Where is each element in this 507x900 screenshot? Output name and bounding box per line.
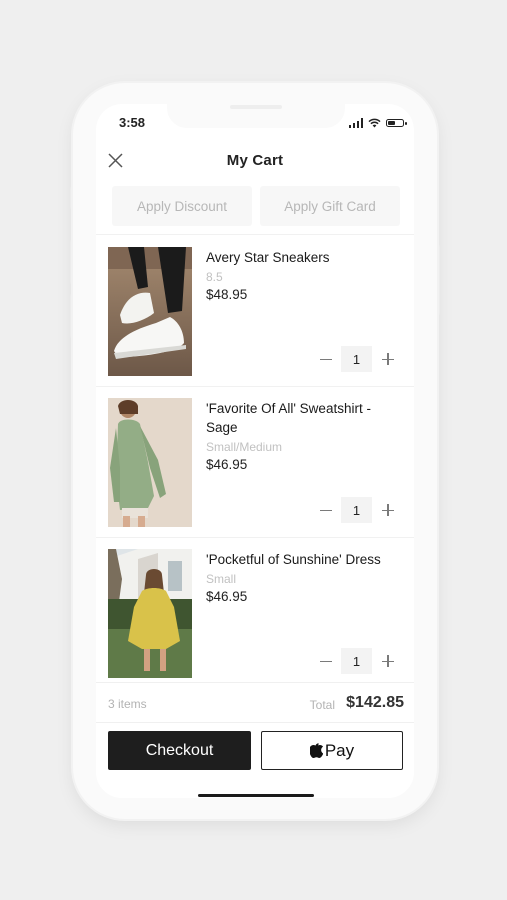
increase-quantity-button[interactable]: [380, 351, 396, 367]
checkout-actions: Checkout Pay: [96, 722, 414, 798]
divider: [96, 234, 414, 235]
cart-item: 'Favorite Of All' Sweatshirt - Sage Smal…: [96, 387, 414, 535]
status-icons: [348, 117, 407, 129]
item-variant: 8.5: [206, 270, 223, 284]
quantity-stepper: 1: [314, 497, 404, 523]
apple-pay-label: Pay: [324, 740, 355, 760]
quantity-stepper: 1: [314, 648, 404, 674]
item-name[interactable]: 'Pocketful of Sunshine' Dress: [206, 550, 406, 569]
decrease-quantity-button[interactable]: [318, 653, 334, 669]
phone-screen: 3:58 My Cart Apply Discount Apply Gift C…: [96, 104, 414, 798]
apple-logo-icon: [309, 743, 323, 758]
signal-icon: [348, 118, 363, 128]
item-info: 'Favorite Of All' Sweatshirt - Sage Smal…: [206, 399, 406, 472]
product-image-dress[interactable]: [108, 549, 192, 678]
product-image-sweatshirt[interactable]: [108, 398, 192, 527]
item-name[interactable]: Avery Star Sneakers: [206, 248, 406, 267]
apply-discount-button[interactable]: Apply Discount: [112, 186, 252, 226]
status-time: 3:58: [119, 115, 146, 130]
total-label: Total: [309, 698, 335, 712]
promo-row: Apply Discount Apply Gift Card: [112, 186, 400, 226]
home-indicator: [198, 794, 314, 797]
increase-quantity-button[interactable]: [380, 502, 396, 518]
item-count: 3 items: [108, 697, 147, 711]
item-variant: Small: [206, 572, 237, 586]
decrease-quantity-button[interactable]: [318, 502, 334, 518]
item-name[interactable]: 'Favorite Of All' Sweatshirt - Sage: [206, 399, 406, 437]
apply-gift-card-button[interactable]: Apply Gift Card: [260, 186, 400, 226]
item-variant: Small/Medium: [206, 440, 283, 454]
total-value: $142.85: [346, 694, 404, 711]
quantity-value[interactable]: 1: [341, 497, 372, 523]
apple-pay-button[interactable]: Pay: [261, 731, 403, 770]
cart-item: 'Pocketful of Sunshine' Dress Small $46.…: [96, 538, 414, 686]
quantity-stepper: 1: [314, 346, 404, 372]
phone-notch: [167, 104, 345, 128]
cart-header: My Cart: [96, 144, 414, 176]
battery-icon: [386, 119, 407, 127]
decrease-quantity-button[interactable]: [318, 351, 334, 367]
quantity-value[interactable]: 1: [341, 346, 372, 372]
page-title: My Cart: [226, 152, 284, 169]
item-price: $48.95: [206, 287, 248, 302]
checkout-button[interactable]: Checkout: [108, 731, 251, 770]
quantity-value[interactable]: 1: [341, 648, 372, 674]
item-info: Avery Star Sneakers 8.5 $48.95: [206, 248, 406, 302]
increase-quantity-button[interactable]: [380, 653, 396, 669]
cart-summary: 3 items Total $142.85: [96, 682, 414, 723]
wifi-icon: [368, 118, 381, 128]
item-info: 'Pocketful of Sunshine' Dress Small $46.…: [206, 550, 406, 604]
cart-item: Avery Star Sneakers 8.5 $48.95 1: [96, 236, 414, 384]
item-price: $46.95: [206, 589, 248, 604]
phone-power-button: [437, 245, 440, 315]
item-price: $46.95: [206, 457, 248, 472]
speaker-grille: [230, 105, 282, 109]
product-image-sneakers[interactable]: [108, 247, 192, 376]
